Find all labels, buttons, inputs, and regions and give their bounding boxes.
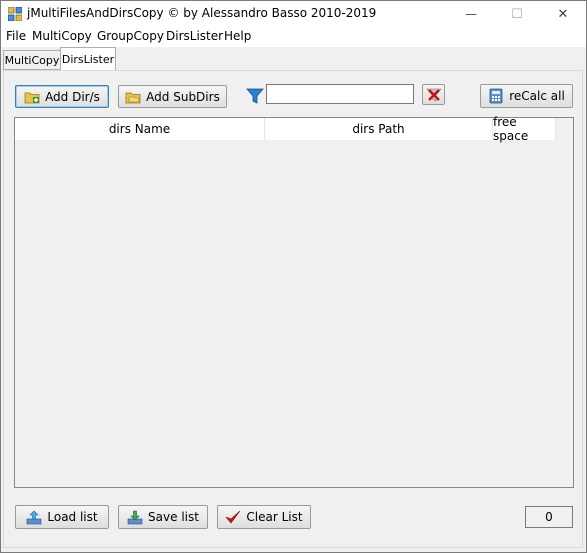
minimize-button[interactable]: — xyxy=(448,1,494,27)
tab-multicopy[interactable]: MultiCopy xyxy=(3,50,61,70)
clear-filter-button[interactable] xyxy=(422,84,445,105)
load-list-button[interactable]: Load list xyxy=(15,505,109,529)
window-title: jMultiFilesAndDirsCopy © by Alessandro B… xyxy=(27,6,377,20)
save-icon xyxy=(127,510,143,525)
recalc-all-button[interactable]: reCalc all xyxy=(480,84,573,108)
add-subdirs-label: Add SubDirs xyxy=(146,89,220,104)
table-header: dirs Name dirs Path free space xyxy=(15,115,556,143)
app-window: jMultiFilesAndDirsCopy © by Alessandro B… xyxy=(0,0,587,553)
column-dirs-name[interactable]: dirs Name xyxy=(15,118,265,140)
tab-strip: MultiCopy DirsLister xyxy=(1,47,586,71)
save-list-label: Save list xyxy=(148,510,199,524)
item-count: 0 xyxy=(525,506,573,528)
column-dirs-path[interactable]: dirs Path xyxy=(265,118,493,140)
menu-multicopy[interactable]: MultiCopy xyxy=(32,29,92,43)
app-icon xyxy=(8,7,22,21)
folder-add-icon xyxy=(24,92,40,103)
calculator-icon xyxy=(489,88,503,104)
menu-dirslister[interactable]: DirsLister xyxy=(166,29,223,43)
recalc-all-label: reCalc all xyxy=(509,89,565,103)
load-list-label: Load list xyxy=(47,510,98,524)
menu-file[interactable]: File xyxy=(6,29,26,43)
add-subdirs-button[interactable]: Add SubDirs xyxy=(118,85,227,108)
filter-icon xyxy=(246,88,264,104)
maximize-button[interactable]: ☐ xyxy=(494,1,540,27)
save-list-button[interactable]: Save list xyxy=(118,505,208,529)
title-bar: jMultiFilesAndDirsCopy © by Alessandro B… xyxy=(1,1,586,27)
close-icon: ✕ xyxy=(557,6,569,22)
tab-dirslister[interactable]: DirsLister xyxy=(60,47,116,70)
close-button[interactable]: ✕ xyxy=(540,1,586,27)
clear-filter-icon xyxy=(425,88,442,101)
add-dirs-label: Add Dir/s xyxy=(45,89,100,104)
clear-list-button[interactable]: Clear List xyxy=(217,505,311,529)
clear-list-label: Clear List xyxy=(246,510,303,524)
filter-input[interactable] xyxy=(266,84,414,104)
minimize-icon: — xyxy=(465,7,477,21)
column-free-space[interactable]: free space xyxy=(493,115,556,143)
dirs-table[interactable]: dirs Name dirs Path free space xyxy=(14,115,574,488)
menu-groupcopy[interactable]: GroupCopy xyxy=(97,29,164,43)
subfolder-icon xyxy=(125,92,141,103)
menu-help[interactable]: Help xyxy=(224,29,251,43)
menu-bar: File MultiCopy GroupCopy DirsLister Help xyxy=(1,27,586,47)
add-dirs-button[interactable]: Add Dir/s xyxy=(15,85,109,108)
maximize-icon: ☐ xyxy=(511,6,523,22)
checkmark-icon xyxy=(226,510,241,524)
load-icon xyxy=(27,510,42,525)
